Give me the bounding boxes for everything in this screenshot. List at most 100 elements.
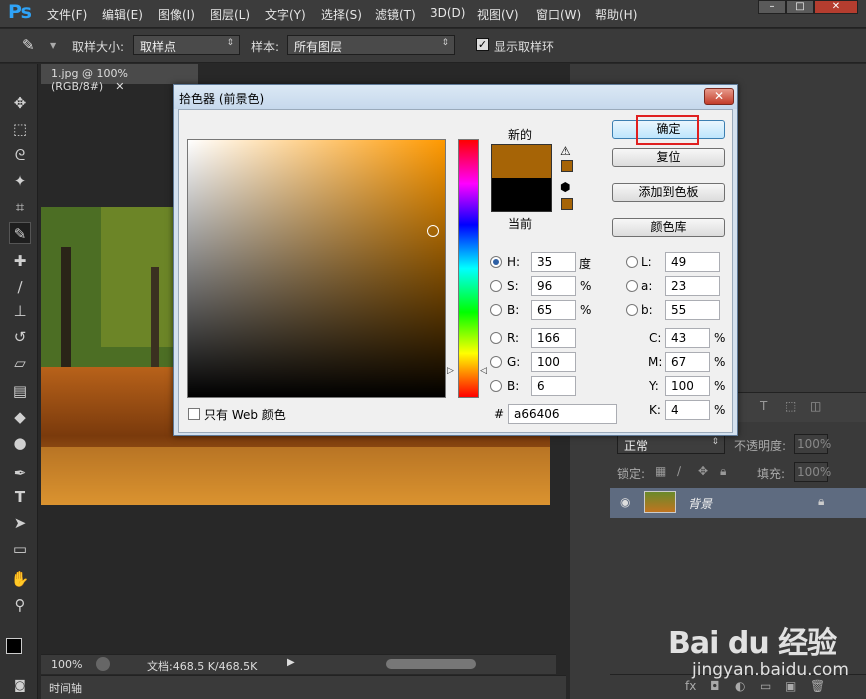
lock-brush-icon[interactable]: ∕ — [677, 464, 681, 478]
r-input[interactable]: 166 — [531, 328, 576, 348]
m-input[interactable]: 67 — [665, 352, 710, 372]
r-radio[interactable] — [490, 332, 502, 344]
dodge-tool-icon[interactable]: ● — [9, 432, 31, 454]
b-lab-input[interactable]: 55 — [665, 300, 720, 320]
a-radio[interactable] — [626, 280, 638, 292]
menu-view[interactable]: 视图(V) — [477, 6, 519, 23]
trash-icon[interactable]: 🗑︎ — [810, 679, 825, 693]
color-libraries-button[interactable]: 颜色库 — [612, 218, 725, 237]
sample-select[interactable]: 所有图层 ⇕ — [287, 35, 455, 55]
document-tab[interactable]: 1.jpg @ 100%(RGB/8#) ✕ — [41, 64, 198, 93]
eraser-tool-icon[interactable]: ▱ — [9, 352, 31, 374]
menu-file[interactable]: 文件(F) — [47, 6, 87, 23]
menu-edit[interactable]: 编辑(E) — [102, 6, 143, 23]
eyedropper-tool-icon[interactable]: ✎ — [9, 222, 31, 244]
close-window-button[interactable]: ✕ — [814, 0, 858, 14]
menu-type[interactable]: 文字(Y) — [265, 6, 306, 23]
show-ring-checkbox[interactable]: ✓ — [476, 38, 489, 51]
lasso-tool-icon[interactable]: ᘓ — [9, 144, 31, 166]
status-icon[interactable] — [96, 657, 110, 671]
fill-value[interactable]: 100% — [794, 462, 831, 482]
warning-icon[interactable]: ⚠ — [560, 144, 571, 158]
minimize-button[interactable]: – — [758, 0, 786, 14]
hue-slider[interactable] — [458, 139, 479, 398]
new-layer-icon[interactable]: ▣ — [785, 679, 796, 693]
type-filter-icon[interactable]: T — [760, 399, 767, 413]
hue-slider-left-arrow-icon[interactable]: ▷ — [447, 366, 454, 376]
s-input[interactable]: 96 — [531, 276, 576, 296]
hex-input[interactable]: a66406 — [508, 404, 617, 424]
mask-icon[interactable]: ◘ — [710, 679, 720, 693]
maximize-button[interactable]: □ — [786, 0, 814, 14]
type-tool-icon[interactable]: T — [9, 486, 31, 508]
opacity-value[interactable]: 100% — [794, 434, 831, 454]
smart-filter-icon[interactable]: ◫ — [810, 399, 821, 413]
group-icon[interactable]: ▭ — [760, 679, 771, 693]
brush-tool-icon[interactable]: ∕ — [9, 276, 31, 298]
tool-preset-arrow-icon[interactable]: ▼ — [50, 41, 56, 50]
blue-radio[interactable] — [490, 380, 502, 392]
menu-3d[interactable]: 3D(D) — [430, 6, 465, 20]
blur-tool-icon[interactable]: ◆ — [9, 406, 31, 428]
timeline-label[interactable]: 时间轴 — [49, 680, 82, 696]
sample-size-select[interactable]: 取样点 ⇕ — [133, 35, 240, 55]
healing-brush-icon[interactable]: ✚ — [9, 250, 31, 272]
visibility-eye-icon[interactable]: ◉ — [620, 495, 630, 509]
g-input[interactable]: 100 — [531, 352, 576, 372]
brightness-radio[interactable] — [490, 304, 502, 316]
k-input[interactable]: 4 — [665, 400, 710, 420]
close-tab-icon[interactable]: ✕ — [115, 80, 124, 93]
status-menu-arrow-icon[interactable]: ▶ — [287, 657, 295, 668]
y-input[interactable]: 100 — [665, 376, 710, 396]
menu-filter[interactable]: 滤镜(T) — [375, 6, 416, 23]
blue-input[interactable]: 6 — [531, 376, 576, 396]
gamut-color-swatch[interactable] — [561, 160, 573, 172]
move-tool-icon[interactable]: ✥ — [9, 92, 31, 114]
a-input[interactable]: 23 — [665, 276, 720, 296]
quick-mask-icon[interactable]: ◙ — [9, 674, 31, 696]
horizontal-scrollbar[interactable] — [386, 659, 476, 669]
hue-slider-right-arrow-icon[interactable]: ◁ — [480, 366, 487, 376]
layer-row-background[interactable]: ◉ 背景 🔒︎ — [610, 488, 866, 518]
c-input[interactable]: 43 — [665, 328, 710, 348]
crop-tool-icon[interactable]: ⌗ — [9, 196, 31, 218]
l-radio[interactable] — [626, 256, 638, 268]
lock-position-icon[interactable]: ✥ — [698, 464, 708, 478]
stamp-tool-icon[interactable]: ⊥ — [9, 300, 31, 322]
reset-button[interactable]: 复位 — [612, 148, 725, 167]
l-input[interactable]: 49 — [665, 252, 720, 272]
foreground-color-swatch[interactable] — [6, 638, 22, 654]
menu-select[interactable]: 选择(S) — [321, 6, 362, 23]
lock-pixels-icon[interactable]: ▦ — [655, 464, 666, 478]
menu-image[interactable]: 图像(I) — [158, 6, 195, 23]
cube-icon[interactable]: ⬢ — [560, 180, 570, 194]
web-only-checkbox[interactable] — [188, 408, 200, 420]
current-color-swatch[interactable] — [491, 178, 552, 212]
zoom-tool-icon[interactable]: ⚲ — [9, 594, 31, 616]
marquee-tool-icon[interactable]: ⬚ — [9, 118, 31, 140]
menu-window[interactable]: 窗口(W) — [536, 6, 581, 23]
h-radio[interactable] — [490, 256, 502, 268]
zoom-level[interactable]: 100% — [51, 658, 82, 671]
menu-layer[interactable]: 图层(L) — [210, 6, 250, 23]
history-brush-icon[interactable]: ↺ — [9, 326, 31, 348]
g-radio[interactable] — [490, 356, 502, 368]
dialog-close-button[interactable]: ✕ — [704, 88, 734, 105]
shape-tool-icon[interactable]: ▭ — [9, 538, 31, 560]
saturation-brightness-field[interactable] — [187, 139, 446, 398]
web-safe-color-swatch[interactable] — [561, 198, 573, 210]
hand-tool-icon[interactable]: ✋ — [9, 568, 31, 590]
adjustment-icon[interactable]: ◐ — [735, 679, 745, 693]
color-picker-cursor[interactable] — [427, 225, 439, 237]
gradient-tool-icon[interactable]: ▤ — [9, 380, 31, 402]
add-to-swatches-button[interactable]: 添加到色板 — [612, 183, 725, 202]
blend-mode-select[interactable]: 正常 ⇕ — [617, 434, 725, 454]
shape-filter-icon[interactable]: ⬚ — [785, 399, 796, 413]
pen-tool-icon[interactable]: ✒ — [9, 462, 31, 484]
magic-wand-icon[interactable]: ✦ — [9, 170, 31, 192]
menu-help[interactable]: 帮助(H) — [595, 6, 637, 23]
s-radio[interactable] — [490, 280, 502, 292]
fx-icon[interactable]: fx — [685, 679, 696, 693]
h-input[interactable]: 35 — [531, 252, 576, 272]
path-select-icon[interactable]: ➤ — [9, 512, 31, 534]
